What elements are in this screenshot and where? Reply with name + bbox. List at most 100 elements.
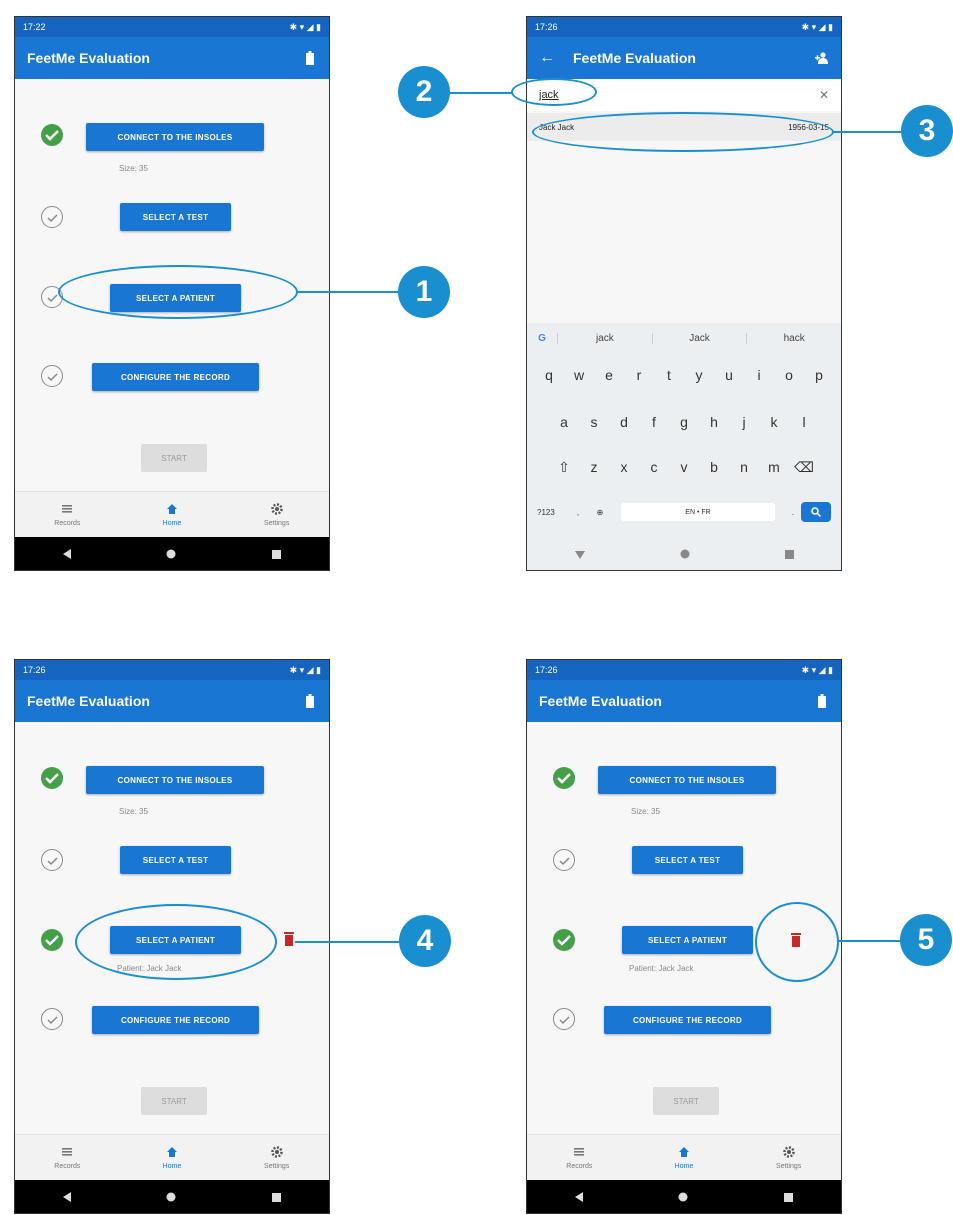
back-icon[interactable]	[62, 546, 71, 564]
suggestion-3[interactable]: hack	[746, 332, 841, 344]
nav-home-label: Home	[674, 1163, 694, 1170]
nav-home[interactable]: Home	[120, 492, 225, 537]
select-test-button[interactable]: SELECT A TEST	[632, 846, 743, 874]
start-button[interactable]: START	[141, 444, 207, 472]
globe-icon[interactable]: ⊕	[589, 508, 611, 517]
key-j[interactable]: j	[729, 414, 759, 430]
key-p[interactable]: p	[804, 367, 834, 383]
test-pending-icon	[553, 849, 575, 871]
key-t[interactable]: t	[654, 367, 684, 383]
configure-record-button[interactable]: CONFIGURE THE RECORD	[92, 363, 259, 391]
nav-settings[interactable]: Settings	[224, 492, 329, 537]
system-nav-bar	[527, 1180, 841, 1213]
backspace-key[interactable]: ⌫	[789, 459, 819, 476]
key-q[interactable]: q	[534, 367, 564, 383]
nav-records[interactable]: Records	[15, 1135, 120, 1180]
key-l[interactable]: l	[789, 414, 819, 430]
back-icon[interactable]	[574, 1189, 583, 1207]
key-w[interactable]: w	[564, 367, 594, 383]
size-label: Size: 35	[119, 807, 148, 816]
home-icon	[679, 1145, 689, 1159]
select-patient-button[interactable]: SELECT A PATIENT	[622, 926, 753, 954]
recents-icon[interactable]	[272, 1189, 282, 1207]
nav-records[interactable]: Records	[15, 492, 120, 537]
suggestion-2[interactable]: Jack	[651, 332, 747, 344]
bottom-nav: Records Home Settings	[15, 1134, 329, 1180]
key-k[interactable]: k	[759, 414, 789, 430]
key-r[interactable]: r	[624, 367, 654, 383]
nav-records[interactable]: Records	[527, 1135, 632, 1180]
key-z[interactable]: z	[579, 459, 609, 476]
app-title: FeetMe Evaluation	[27, 50, 150, 66]
nav-home[interactable]: Home	[632, 1135, 737, 1180]
recents-icon[interactable]	[272, 546, 282, 564]
key-h[interactable]: h	[699, 414, 729, 430]
space-key[interactable]: EN • FR	[621, 503, 775, 521]
callout-1-line	[297, 291, 400, 293]
callout-4-badge: 4	[399, 915, 451, 967]
clock: 17:26	[535, 665, 558, 675]
suggestion-1[interactable]: jack	[557, 332, 652, 344]
key-v[interactable]: v	[669, 459, 699, 476]
connect-insoles-button[interactable]: CONNECT TO THE INSOLES	[86, 766, 264, 794]
configure-record-button[interactable]: CONFIGURE THE RECORD	[604, 1006, 771, 1034]
battery-icon[interactable]	[303, 50, 317, 66]
app-title: FeetMe Evaluation	[539, 693, 662, 709]
shift-key[interactable]: ⇧	[549, 459, 579, 476]
app-bar: ← FeetMe Evaluation	[527, 37, 841, 79]
add-person-icon[interactable]	[815, 50, 829, 66]
symbols-key[interactable]: ?123	[537, 508, 567, 517]
key-e[interactable]: e	[594, 367, 624, 383]
back-icon[interactable]	[62, 1189, 71, 1207]
patient-done-icon	[41, 929, 63, 951]
keyboard-row-1: qwertyuiop	[527, 367, 841, 383]
period-key[interactable]: .	[785, 508, 801, 517]
key-d[interactable]: d	[609, 414, 639, 430]
nav-settings-label: Settings	[264, 1163, 290, 1170]
start-button[interactable]: START	[653, 1087, 719, 1115]
back-arrow-icon[interactable]: ←	[539, 49, 555, 67]
list-icon	[574, 1145, 585, 1159]
key-c[interactable]: c	[639, 459, 669, 476]
nav-settings[interactable]: Settings	[224, 1135, 329, 1180]
keyboard-row-4: ?123 , ⊕ EN • FR .	[527, 501, 841, 523]
start-button[interactable]: START	[141, 1087, 207, 1115]
key-i[interactable]: i	[744, 367, 774, 383]
key-f[interactable]: f	[639, 414, 669, 430]
battery-icon[interactable]	[303, 693, 317, 709]
key-y[interactable]: y	[684, 367, 714, 383]
home-circle-icon[interactable]	[678, 1189, 688, 1207]
configure-record-button[interactable]: CONFIGURE THE RECORD	[92, 1006, 259, 1034]
clear-icon[interactable]: ✕	[819, 88, 829, 102]
key-b[interactable]: b	[699, 459, 729, 476]
select-test-button[interactable]: SELECT A TEST	[120, 203, 231, 231]
google-icon[interactable]: G	[527, 333, 557, 344]
gear-icon	[270, 502, 283, 516]
back-icon[interactable]	[574, 546, 585, 564]
key-g[interactable]: g	[669, 414, 699, 430]
connect-done-icon	[41, 124, 63, 146]
nav-home[interactable]: Home	[120, 1135, 225, 1180]
search-key[interactable]	[801, 502, 831, 522]
key-o[interactable]: o	[774, 367, 804, 383]
connect-insoles-button[interactable]: CONNECT TO THE INSOLES	[86, 123, 264, 151]
nav-settings[interactable]: Settings	[736, 1135, 841, 1180]
home-circle-icon[interactable]	[166, 1189, 176, 1207]
keyboard-row-2: asdfghjkl	[527, 414, 841, 430]
recents-icon[interactable]	[784, 546, 794, 564]
connect-insoles-button[interactable]: CONNECT TO THE INSOLES	[598, 766, 776, 794]
key-u[interactable]: u	[714, 367, 744, 383]
battery-icon[interactable]	[815, 693, 829, 709]
select-test-button[interactable]: SELECT A TEST	[120, 846, 231, 874]
key-n[interactable]: n	[729, 459, 759, 476]
delete-patient-icon[interactable]	[284, 932, 294, 946]
home-circle-icon[interactable]	[680, 546, 690, 564]
key-s[interactable]: s	[579, 414, 609, 430]
home-circle-icon[interactable]	[166, 546, 176, 564]
key-x[interactable]: x	[609, 459, 639, 476]
comma-key[interactable]: ,	[567, 508, 589, 517]
recents-icon[interactable]	[784, 1189, 794, 1207]
nav-home-label: Home	[162, 1163, 182, 1170]
key-a[interactable]: a	[549, 414, 579, 430]
key-m[interactable]: m	[759, 459, 789, 476]
